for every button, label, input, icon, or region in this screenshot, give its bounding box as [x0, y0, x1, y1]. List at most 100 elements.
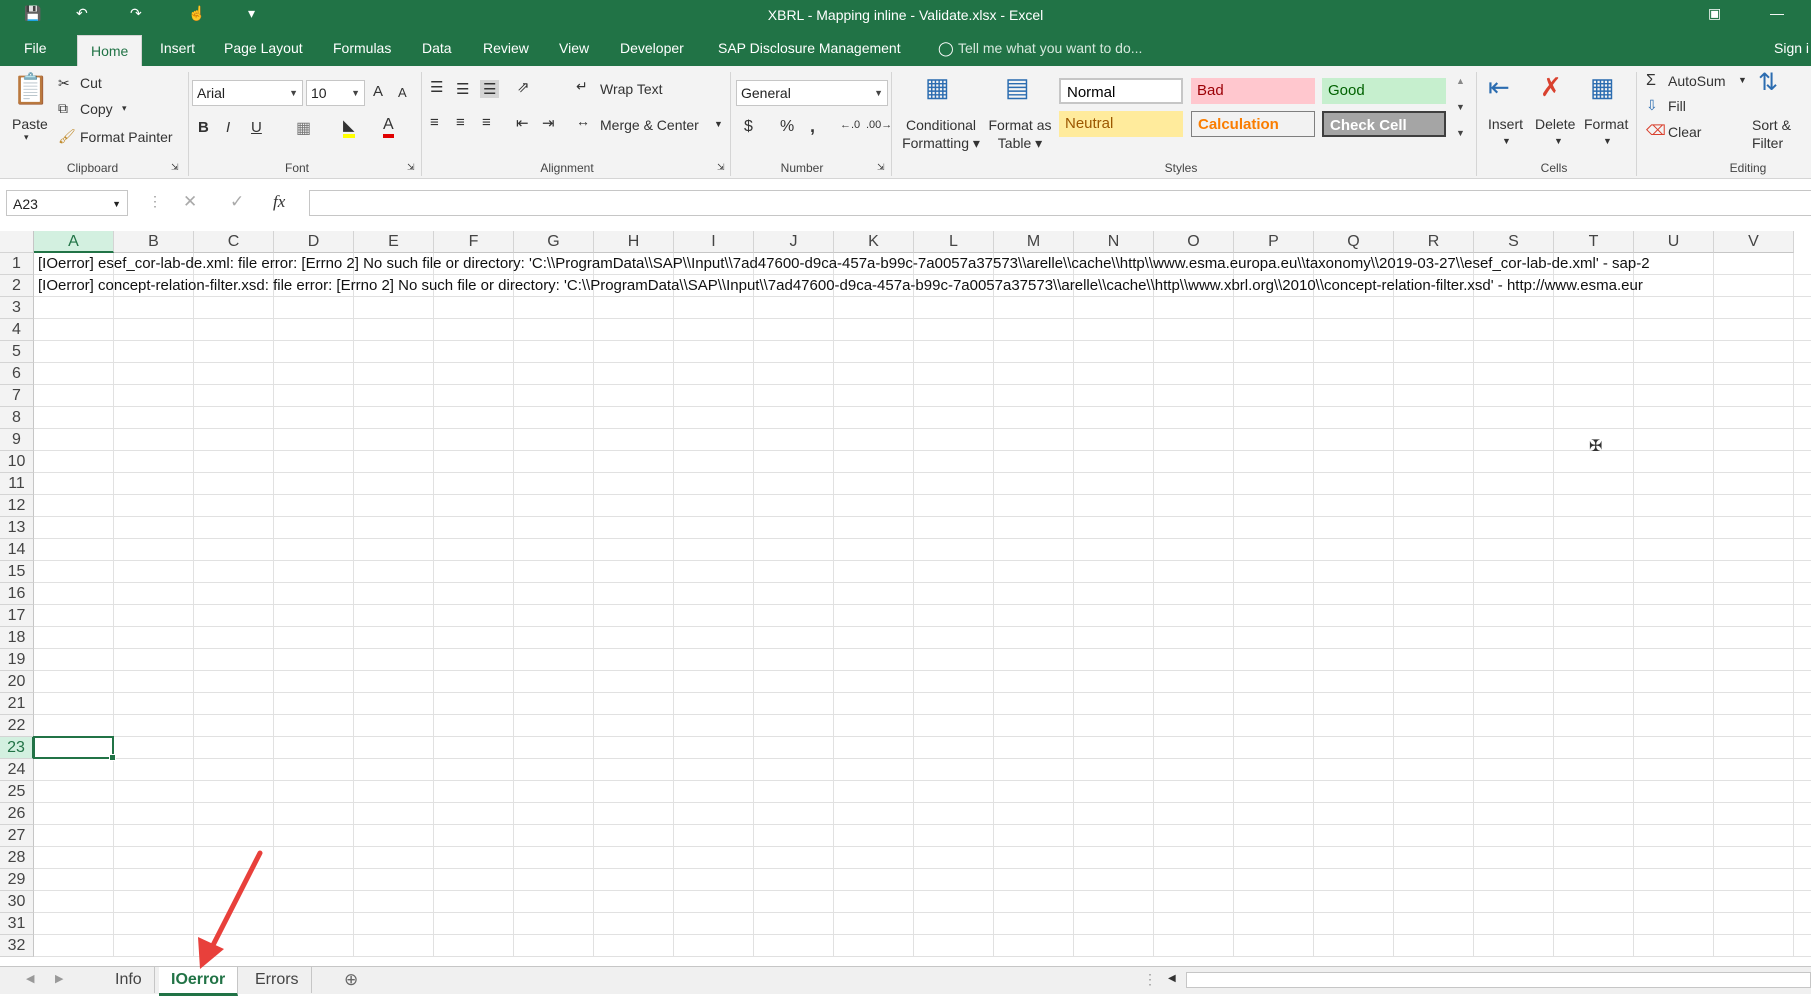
align-middle-icon[interactable]: ☰	[456, 80, 469, 98]
increase-indent-icon[interactable]: ⇥	[542, 114, 555, 132]
cell-a1[interactable]: [IOerror] esef_cor-lab-de.xml: file erro…	[38, 253, 1650, 275]
row-header[interactable]: 8	[0, 407, 34, 429]
chevron-down-icon[interactable]: ▼	[1502, 136, 1511, 146]
row-header[interactable]: 22	[0, 715, 34, 737]
tab-developer[interactable]: Developer	[620, 40, 684, 56]
column-header[interactable]: G	[514, 231, 594, 253]
style-bad[interactable]: Bad	[1191, 78, 1315, 104]
borders-icon[interactable]: ▦	[296, 118, 311, 138]
chevron-down-icon[interactable]: ▼	[1554, 136, 1563, 146]
insert-button[interactable]: Insert	[1488, 116, 1523, 132]
tab-page-layout[interactable]: Page Layout	[224, 40, 303, 56]
row-header[interactable]: 28	[0, 847, 34, 869]
tab-review[interactable]: Review	[483, 40, 529, 56]
select-all-corner[interactable]	[0, 231, 34, 253]
style-good[interactable]: Good	[1322, 78, 1446, 104]
row-header[interactable]: 26	[0, 803, 34, 825]
name-box[interactable]: A23 ▼	[6, 190, 128, 216]
column-header[interactable]: I	[674, 231, 754, 253]
row-header[interactable]: 6	[0, 363, 34, 385]
autosum-button[interactable]: AutoSum	[1668, 73, 1726, 89]
font-launcher-icon[interactable]: ⇲	[407, 162, 415, 173]
row-header[interactable]: 2	[0, 275, 34, 297]
chevron-down-icon[interactable]: ▼	[714, 119, 723, 129]
row-header[interactable]: 30	[0, 891, 34, 913]
scroll-right-icon[interactable]: ▶	[55, 972, 63, 985]
underline-button[interactable]: U	[251, 119, 262, 136]
column-header[interactable]: M	[994, 231, 1074, 253]
tab-sap-disclosure[interactable]: SAP Disclosure Management	[718, 40, 901, 56]
tab-home[interactable]: Home	[77, 35, 143, 67]
tab-insert[interactable]: Insert	[160, 40, 195, 56]
column-header[interactable]: H	[594, 231, 674, 253]
column-header[interactable]: V	[1714, 231, 1794, 253]
clear-button[interactable]: Clear	[1668, 124, 1701, 140]
fill-button[interactable]: Fill	[1668, 98, 1686, 114]
align-bottom-icon[interactable]: ☰	[480, 80, 500, 98]
sheet-tab-info[interactable]: Info	[103, 967, 155, 993]
sort-filter-button[interactable]: Sort & Filter	[1752, 116, 1791, 152]
column-header[interactable]: E	[354, 231, 434, 253]
cancel-icon[interactable]: ✕	[183, 192, 197, 212]
row-header[interactable]: 15	[0, 561, 34, 583]
tab-formulas[interactable]: Formulas	[333, 40, 391, 56]
format-painter-button[interactable]: Format Painter	[80, 129, 173, 145]
row-header[interactable]: 18	[0, 627, 34, 649]
sign-in-link[interactable]: Sign i	[1774, 40, 1809, 56]
chevron-down-icon[interactable]: ▼	[1603, 136, 1612, 146]
fill-color-icon[interactable]: ◣	[343, 118, 355, 138]
row-header[interactable]: 13	[0, 517, 34, 539]
cell-a2[interactable]: [IOerror] concept-relation-filter.xsd: f…	[38, 275, 1643, 297]
column-header[interactable]: D	[274, 231, 354, 253]
format-as-table-button[interactable]: Format as Table ▾	[985, 116, 1055, 152]
splitter-handle-icon[interactable]: ⋮	[1143, 971, 1157, 988]
copy-dropdown-icon[interactable]: ▾	[122, 103, 127, 114]
horizontal-scrollbar[interactable]	[1186, 972, 1811, 988]
increase-decimal-icon[interactable]: ←.0	[840, 119, 860, 131]
tell-me-search[interactable]: Tell me what you want to do...	[958, 40, 1142, 56]
comma-button[interactable]: ,	[810, 116, 815, 137]
paste-dropdown-icon[interactable]: ▾	[24, 132, 29, 143]
column-header[interactable]: O	[1154, 231, 1234, 253]
row-header[interactable]: 9	[0, 429, 34, 451]
column-header[interactable]: B	[114, 231, 194, 253]
row-header[interactable]: 25	[0, 781, 34, 803]
row-header[interactable]: 17	[0, 605, 34, 627]
row-header[interactable]: 7	[0, 385, 34, 407]
row-header[interactable]: 31	[0, 913, 34, 935]
percent-button[interactable]: %	[780, 118, 794, 136]
currency-button[interactable]: $	[744, 118, 753, 136]
align-top-icon[interactable]: ☰	[430, 78, 443, 96]
formula-input[interactable]	[309, 190, 1811, 216]
style-normal[interactable]: Normal	[1059, 78, 1183, 104]
row-header[interactable]: 19	[0, 649, 34, 671]
row-header[interactable]: 11	[0, 473, 34, 495]
clipboard-launcher-icon[interactable]: ⇲	[171, 162, 179, 173]
column-header[interactable]: K	[834, 231, 914, 253]
font-name-dropdown[interactable]: Arial ▼	[192, 80, 303, 106]
font-color-icon[interactable]: A	[383, 116, 394, 138]
style-calculation[interactable]: Calculation	[1191, 111, 1315, 137]
column-header[interactable]: F	[434, 231, 514, 253]
tab-data[interactable]: Data	[422, 40, 452, 56]
add-sheet-icon[interactable]: ⊕	[344, 970, 358, 990]
align-center-icon[interactable]: ≡	[456, 114, 465, 131]
cut-button[interactable]: Cut	[80, 75, 102, 91]
row-header[interactable]: 5	[0, 341, 34, 363]
wrap-text-button[interactable]: Wrap Text	[600, 81, 663, 97]
row-header[interactable]: 14	[0, 539, 34, 561]
align-right-icon[interactable]: ≡	[482, 114, 491, 131]
ribbon-display-icon[interactable]: ▣	[1708, 5, 1721, 22]
row-header[interactable]: 32	[0, 935, 34, 957]
scroll-left-icon[interactable]: ◀	[26, 972, 34, 985]
column-header[interactable]: U	[1634, 231, 1714, 253]
bold-button[interactable]: B	[198, 119, 209, 136]
row-header[interactable]: 21	[0, 693, 34, 715]
row-header[interactable]: 3	[0, 297, 34, 319]
delete-button[interactable]: Delete	[1535, 116, 1575, 132]
column-header[interactable]: T	[1554, 231, 1634, 253]
style-check-cell[interactable]: Check Cell	[1322, 111, 1446, 137]
column-header[interactable]: C	[194, 231, 274, 253]
row-header[interactable]: 20	[0, 671, 34, 693]
grow-font-button[interactable]: A	[373, 83, 383, 100]
